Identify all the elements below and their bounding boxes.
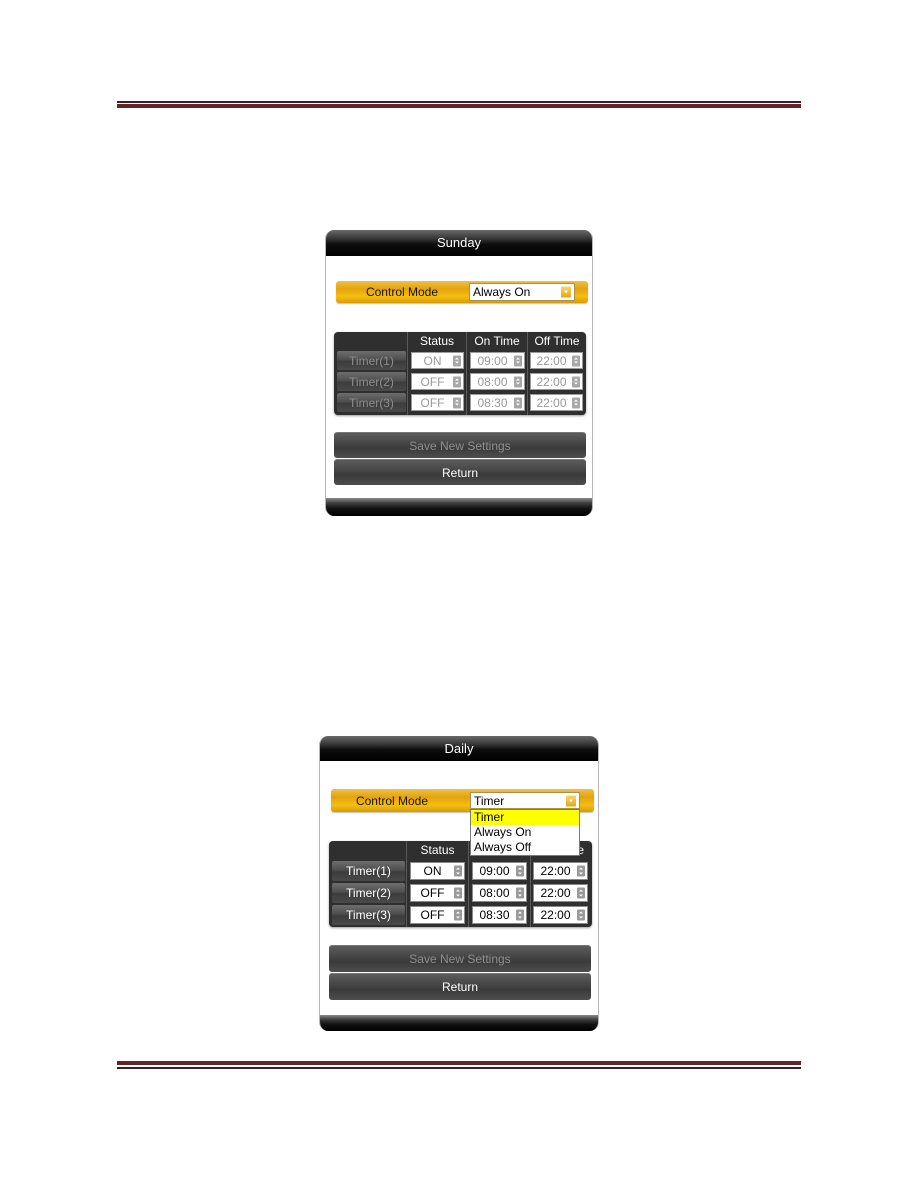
panel-title: Daily [320,736,598,761]
spinner-icon[interactable] [454,909,462,921]
timer-1-status-spinner[interactable]: ON [410,862,465,880]
timer-3-on-time-spinner[interactable]: 08:30 [470,394,525,411]
spinner-icon[interactable] [572,376,580,387]
control-mode-bar: Control Mode Always On [336,281,588,303]
control-mode-label: Control Mode [355,793,429,808]
table-header-blank [334,332,407,349]
table-header-blank [329,841,406,859]
timer-3-off-time-spinner[interactable]: 22:00 [530,394,583,411]
timer-2-off-time-spinner[interactable]: 22:00 [530,373,583,390]
footer-rule-thin [117,1067,801,1069]
timer-table: Status On Time Off Time Timer(1) ON 09:0… [334,332,586,415]
timer-2-button[interactable]: Timer(2) [332,883,405,903]
spinner-icon[interactable] [453,397,461,408]
timer-2-on-time-spinner[interactable]: 08:00 [470,373,525,390]
column-divider [468,841,469,927]
spinner-icon[interactable] [577,865,585,877]
header-rule-thin [117,101,801,103]
dropdown-option-always-off[interactable]: Always Off [471,840,579,855]
control-mode-dropdown-list: Timer Always On Always Off [470,809,580,856]
timer-1-on-time-spinner[interactable]: 09:00 [470,352,525,369]
dropdown-arrow-icon[interactable] [566,795,576,806]
dropdown-option-timer[interactable]: Timer [471,810,579,825]
column-divider [406,841,407,927]
timer-1-off-time-spinner[interactable]: 22:00 [533,862,588,880]
sunday-panel: Sunday Control Mode Always On Status On … [325,230,593,516]
timer-1-button[interactable]: Timer(1) [337,351,406,370]
spinner-icon[interactable] [514,397,522,408]
spinner-icon[interactable] [516,887,524,899]
timer-3-on-time-spinner[interactable]: 08:30 [472,906,527,924]
spinner-icon[interactable] [514,355,522,366]
timer-1-off-time-spinner[interactable]: 22:00 [530,352,583,369]
dropdown-arrow-icon[interactable] [561,286,571,298]
table-header-on-time: On Time [474,333,520,348]
control-mode-value: Always On [473,285,531,299]
timer-3-status-spinner[interactable]: OFF [410,906,465,924]
column-divider [527,332,528,415]
spinner-icon[interactable] [514,376,522,387]
return-button[interactable]: Return [334,459,586,485]
table-header-status: Status [420,843,455,857]
spinner-icon[interactable] [516,865,524,877]
daily-panel: Daily Control Mode Timer Status On Time … [319,736,599,1031]
timer-3-status-spinner[interactable]: OFF [411,394,464,411]
dropdown-option-always-on[interactable]: Always On [471,825,579,840]
spinner-icon[interactable] [454,887,462,899]
column-divider [407,332,408,415]
spinner-icon[interactable] [577,887,585,899]
table-header-off-time: Off Time [534,333,580,348]
timer-2-button[interactable]: Timer(2) [337,372,406,391]
control-mode-select[interactable]: Timer [470,792,580,809]
return-button[interactable]: Return [329,973,591,1000]
timer-1-on-time-spinner[interactable]: 09:00 [472,862,527,880]
control-mode-label: Control Mode [365,285,439,299]
control-mode-select[interactable]: Always On [469,283,575,301]
timer-3-button[interactable]: Timer(3) [337,393,406,412]
spinner-icon[interactable] [454,865,462,877]
timer-2-status-spinner[interactable]: OFF [410,884,465,902]
timer-1-status-spinner[interactable]: ON [411,352,464,369]
timer-2-status-spinner[interactable]: OFF [411,373,464,390]
spinner-icon[interactable] [516,909,524,921]
spinner-icon[interactable] [572,355,580,366]
spinner-icon[interactable] [453,355,461,366]
spinner-icon[interactable] [572,397,580,408]
panel-title: Sunday [326,230,592,256]
timer-3-button[interactable]: Timer(3) [332,905,405,925]
header-rule-thick [117,104,801,108]
spinner-icon[interactable] [577,909,585,921]
footer-rule-thick [117,1061,801,1065]
column-divider [466,332,467,415]
save-new-settings-button[interactable]: Save New Settings [334,432,586,458]
panel-footer [326,498,592,516]
control-mode-value: Timer [474,793,505,808]
timer-2-off-time-spinner[interactable]: 22:00 [533,884,588,902]
timer-3-off-time-spinner[interactable]: 22:00 [533,906,588,924]
table-header-status: Status [419,333,455,348]
spinner-icon[interactable] [453,376,461,387]
timer-1-button[interactable]: Timer(1) [332,861,405,881]
timer-2-on-time-spinner[interactable]: 08:00 [472,884,527,902]
save-new-settings-button[interactable]: Save New Settings [329,945,591,972]
panel-footer [320,1015,598,1031]
